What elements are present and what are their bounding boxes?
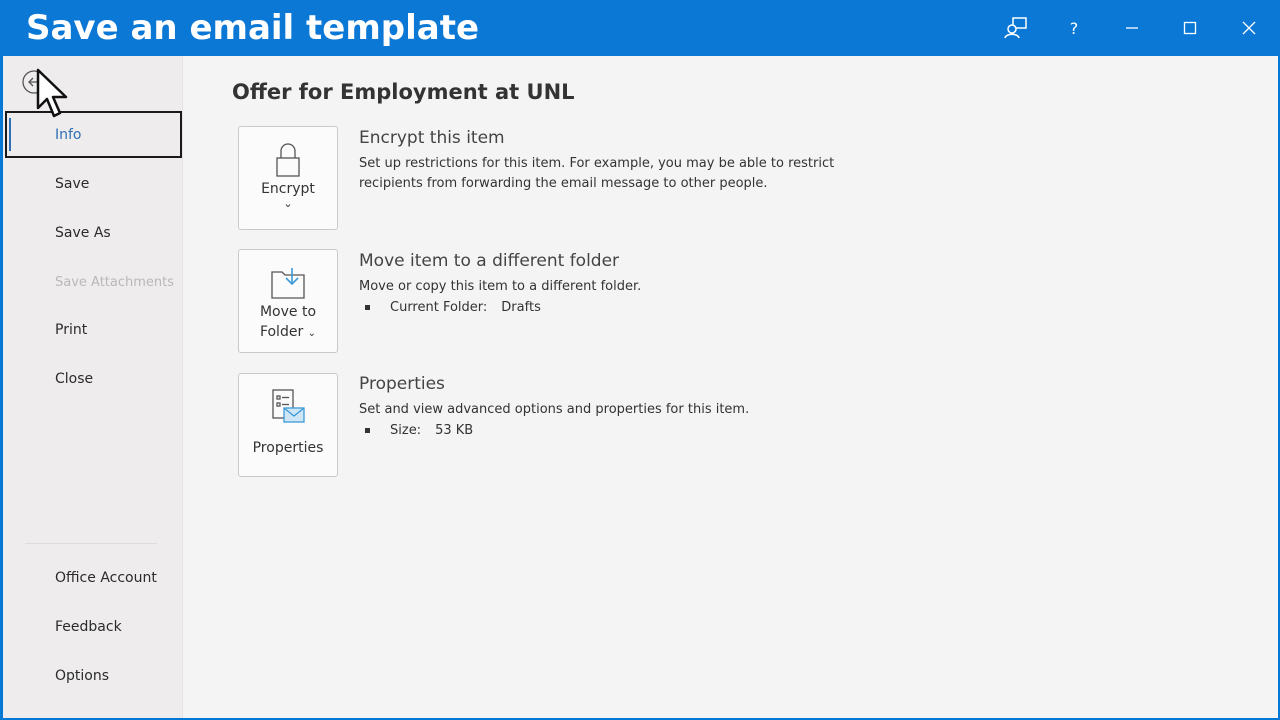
move-to-folder-button[interactable]: Move to Folder ⌄ (238, 249, 338, 353)
move-to-folder-label-line2: Folder (259, 324, 304, 340)
move-to-folder-label-line2-wrap: Folder ⌄ (260, 322, 316, 344)
move-folder-icon (270, 264, 306, 302)
window-title: Save an email template (26, 8, 480, 48)
encrypt-description: Set up restrictions for this item. For e… (359, 156, 835, 191)
backstage-sidebar: Info Save Save As Save Attachments Print… (3, 56, 183, 718)
move-folder-section: Move item to a different folder Move or … (359, 251, 1059, 315)
info-pane: Offer for Employment at UNL Encrypt ⌄ En… (184, 56, 1278, 718)
sidebar-item-office-account[interactable]: Office Account (3, 556, 183, 600)
sidebar-item-print[interactable]: Print (3, 308, 183, 352)
back-arrow-icon[interactable] (22, 70, 46, 94)
maximize-icon[interactable] (1176, 14, 1204, 42)
encrypt-button-label: Encrypt (261, 181, 315, 197)
bullet-icon (365, 305, 370, 310)
sidebar-item-options[interactable]: Options (3, 654, 183, 698)
properties-button-label: Properties (252, 440, 324, 456)
sidebar-item-save-attachments: Save Attachments (55, 274, 175, 290)
coauthor-icon[interactable] (1002, 14, 1030, 42)
properties-description: Set and view advanced options and proper… (359, 402, 750, 417)
sidebar-item-save-as[interactable]: Save As (3, 211, 183, 255)
current-folder-value: Drafts (501, 300, 541, 315)
help-icon[interactable]: ? (1060, 14, 1088, 42)
move-folder-description: Move or copy this item to a different fo… (359, 279, 642, 294)
size-label: Size: (390, 423, 422, 438)
sidebar-item-info[interactable]: Info (5, 111, 182, 158)
properties-icon (270, 388, 306, 426)
encrypt-heading: Encrypt this item (359, 128, 505, 148)
sidebar-divider (25, 543, 157, 544)
page-title: Offer for Employment at UNL (232, 80, 575, 104)
bullet-icon (365, 428, 370, 433)
close-icon[interactable] (1235, 14, 1263, 42)
size-detail: Size: 53 KB (359, 423, 1059, 438)
backstage-window: Info Save Save As Save Attachments Print… (3, 56, 1278, 718)
sidebar-item-feedback[interactable]: Feedback (3, 605, 183, 649)
minimize-icon[interactable] (1118, 14, 1146, 42)
move-folder-heading: Move item to a different folder (359, 251, 620, 271)
properties-section: Properties Set and view advanced options… (359, 374, 1059, 438)
current-folder-detail: Current Folder: Drafts (359, 300, 1059, 315)
current-folder-label: Current Folder: (390, 300, 488, 315)
size-value: 53 KB (435, 423, 474, 438)
chevron-down-icon: ⌄ (283, 197, 293, 210)
sidebar-item-save[interactable]: Save (3, 162, 183, 206)
chevron-down-icon: ⌄ (307, 328, 317, 339)
encrypt-section: Encrypt this item Set up restrictions fo… (359, 128, 1059, 194)
encrypt-button[interactable]: Encrypt ⌄ (238, 126, 338, 230)
properties-button[interactable]: Properties (238, 373, 338, 477)
sidebar-item-close[interactable]: Close (3, 357, 183, 401)
title-bar: Save an email template ? (0, 0, 1280, 56)
properties-heading: Properties (359, 374, 445, 394)
lock-icon (274, 141, 302, 179)
move-to-folder-label-line1: Move to (259, 304, 317, 320)
